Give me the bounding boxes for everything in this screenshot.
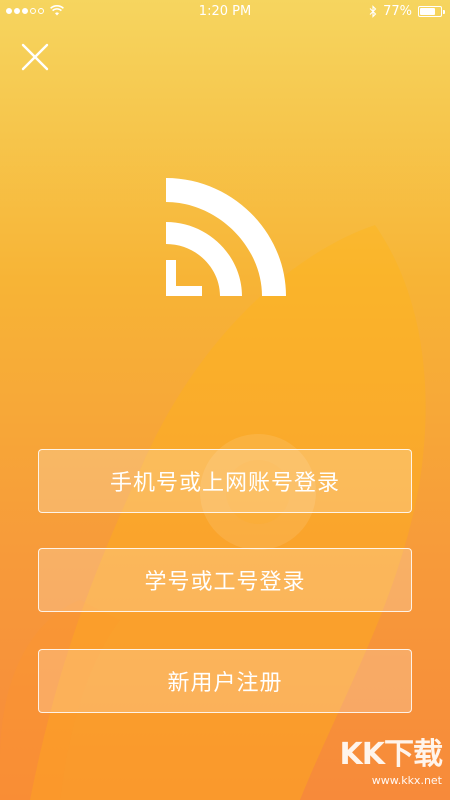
register-label: 新用户注册 [167, 671, 283, 696]
phone-login-label: 手机号或上网账号登录 [109, 471, 340, 496]
register-button[interactable]: 新用户注册 [38, 649, 412, 713]
watermark-logo: KK下载 [339, 737, 444, 772]
wifi-signal-logo [166, 178, 286, 296]
watermark-url: www.kkx.net [371, 774, 442, 787]
battery-percent: 77% [383, 4, 412, 19]
status-right: 77% [369, 4, 445, 19]
student-login-label: 学号或工号登录 [144, 570, 306, 595]
student-login-button[interactable]: 学号或工号登录 [38, 548, 412, 612]
battery-icon [418, 6, 445, 17]
phone-login-button[interactable]: 手机号或上网账号登录 [38, 449, 412, 513]
status-bar: 1:20 PM 77% [0, 0, 450, 24]
watermark: KK下载 www.kkx.net [322, 737, 444, 796]
bluetooth-icon [369, 5, 377, 18]
close-icon[interactable] [18, 40, 52, 74]
battery-level-fill [420, 8, 436, 15]
